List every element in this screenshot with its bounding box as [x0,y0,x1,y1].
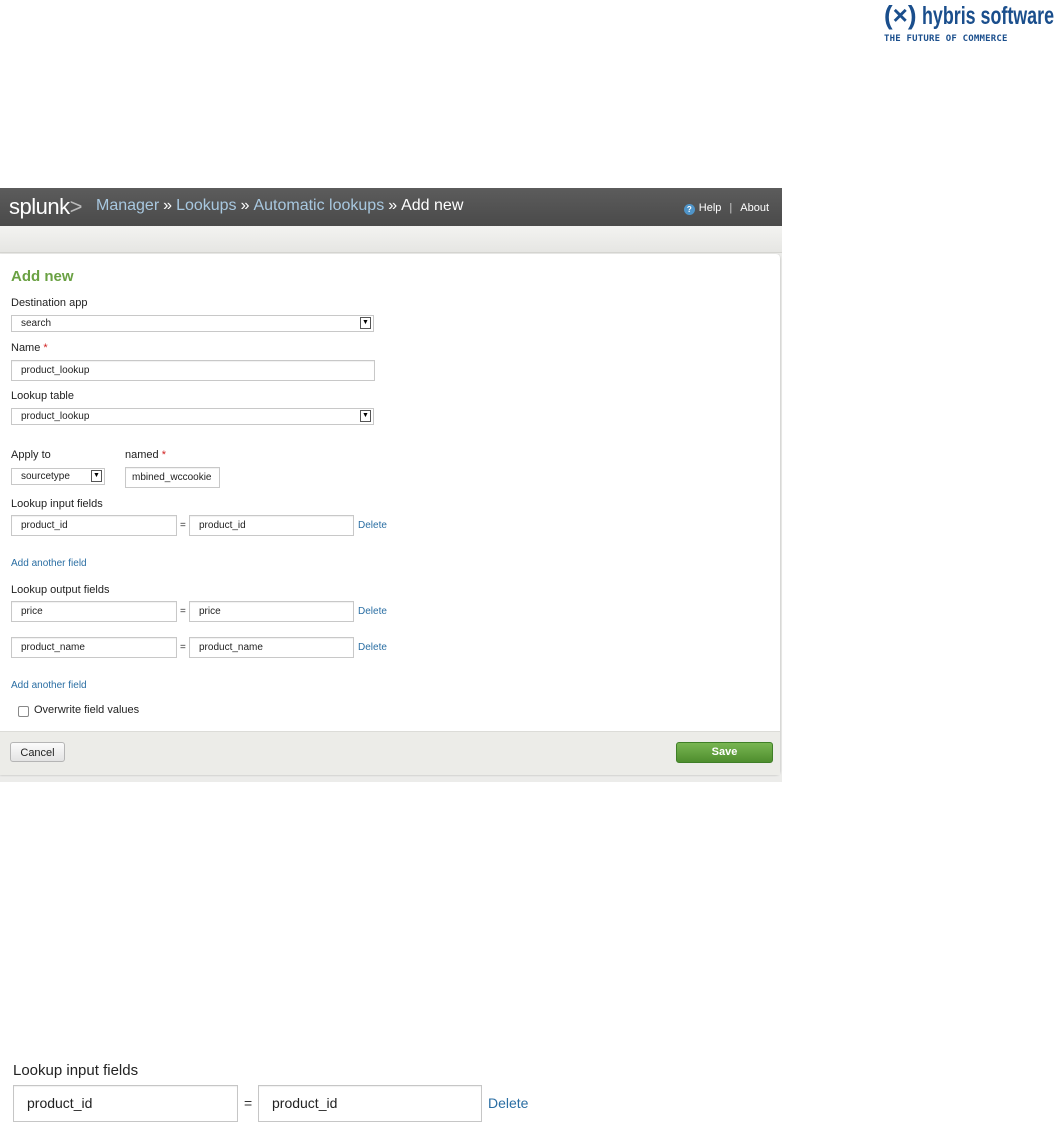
hybris-logo-icon: (×) hybris software [884,0,1054,30]
zoom-input-field-right[interactable]: product_id [258,1085,482,1122]
add-another-output-field-link[interactable]: Add another field [11,680,87,691]
named-input[interactable]: mbined_wccookie [125,467,220,488]
svg-text:hybris software: hybris software [922,2,1054,30]
form-footer: Cancel Save [0,731,780,775]
svg-text:(×): (×) [884,0,917,30]
destination-app-select[interactable]: search ▼ [11,315,374,332]
add-another-input-field-link[interactable]: Add another field [11,558,87,569]
page-title: Add new [11,268,74,285]
save-button[interactable]: Save [676,742,773,763]
named-label: named * [125,449,166,461]
divider: | [729,202,733,214]
destination-app-label: Destination app [11,297,88,309]
breadcrumb-separator: » [388,197,398,214]
sub-bar [0,226,782,253]
delete-link[interactable]: Delete [358,642,387,653]
zoom-delete-link[interactable]: Delete [488,1095,528,1111]
name-label-text: Name [11,342,41,354]
hybris-tagline: THE FUTURE OF COMMERCE [884,34,1008,44]
top-bar: splunk> Manager» Lookups» Automatic lookup… [0,188,782,226]
output-field-right[interactable]: product_name [189,637,354,658]
breadcrumb: Manager» Lookups» Automatic lookups» Add ne… [96,197,463,215]
about-link[interactable]: About [740,202,769,214]
splunk-logo-text: splunk [9,194,70,219]
zoom-equals-sign: = [244,1095,253,1111]
delete-link[interactable]: Delete [358,606,387,617]
zoom-lookup-input-fields-label: Lookup input fields [13,1062,139,1079]
question-circle-icon[interactable]: ? [683,204,695,215]
equals-sign: = [180,606,186,617]
breadcrumb-separator: » [240,197,250,214]
chevron-down-icon[interactable]: ▼ [91,470,102,482]
destination-app-value: search [21,318,52,329]
lookup-table-value: product_lookup [21,411,90,422]
apply-to-label: Apply to [11,449,51,461]
output-field-left[interactable]: product_name [11,637,177,658]
input-field-right[interactable]: product_id [189,515,354,536]
splunk-logo-mark: > [69,194,83,219]
named-label-text: named [125,449,159,461]
equals-sign: = [180,520,186,531]
output-field-left[interactable]: price [11,601,177,622]
zoom-input-field-left[interactable]: product_id [13,1085,238,1122]
add-new-panel: Add new Destination app search ▼ Name * … [0,254,780,775]
cancel-button[interactable]: Cancel [10,742,65,762]
lookup-table-select[interactable]: product_lookup ▼ [11,408,374,425]
apply-to-value: sourcetype [21,471,70,482]
output-field-right[interactable]: price [189,601,354,622]
top-links: ? Help | About [683,202,769,215]
breadcrumb-separator: » [163,197,173,214]
chevron-down-icon[interactable]: ▼ [360,317,371,329]
delete-link[interactable]: Delete [358,520,387,531]
lookup-output-fields-label: Lookup output fields [11,584,110,596]
overwrite-checkbox[interactable] [18,706,29,717]
apply-to-select[interactable]: sourcetype ▼ [11,468,105,485]
overwrite-label: Overwrite field values [34,704,140,716]
hybris-logo: (×) hybris software THE FUTURE OF COMMER… [884,0,1054,50]
breadcrumb-manager[interactable]: Manager [96,197,159,214]
breadcrumb-current: Add new [401,197,464,214]
hybris-wordmark: (×) hybris software [884,0,1054,32]
required-mark: * [161,449,166,461]
name-input[interactable]: product_lookup [11,360,375,381]
lookup-input-fields-label: Lookup input fields [11,498,103,510]
chevron-down-icon[interactable]: ▼ [360,410,371,422]
splunk-logo[interactable]: splunk> [9,194,82,220]
input-field-left[interactable]: product_id [11,515,177,536]
splunk-window: splunk> Manager» Lookups» Automatic lookup… [0,188,782,782]
breadcrumb-automatic-lookups[interactable]: Automatic lookups [253,197,384,214]
equals-sign: = [180,642,186,653]
required-mark: * [43,342,48,354]
name-label: Name * [11,342,48,354]
lookup-table-label: Lookup table [11,390,74,402]
help-link[interactable]: Help [699,202,722,214]
breadcrumb-lookups[interactable]: Lookups [176,197,237,214]
